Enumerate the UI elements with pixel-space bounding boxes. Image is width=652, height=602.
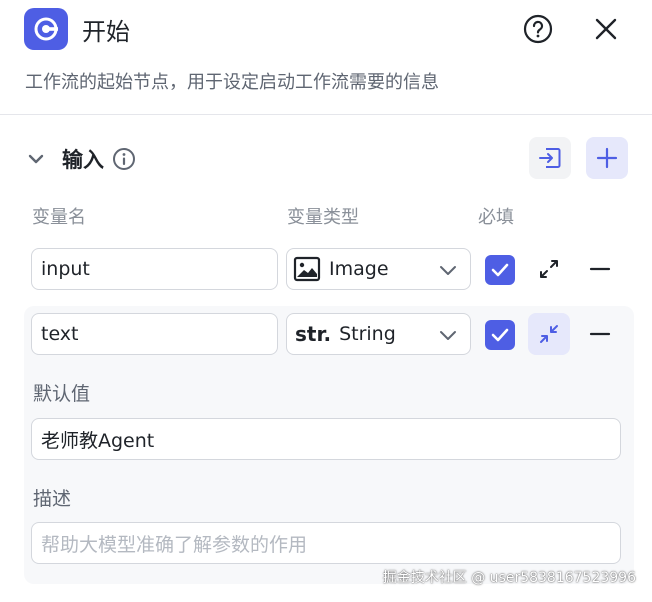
collapse-button[interactable]	[528, 313, 570, 355]
column-variable-type: 变量类型	[287, 207, 359, 228]
description-input[interactable]: 帮助大模型准确了解参数的作用	[31, 522, 621, 564]
header-divider	[0, 114, 652, 115]
help-icon[interactable]	[523, 14, 553, 44]
minus-icon	[589, 267, 611, 271]
required-checkbox[interactable]	[485, 320, 515, 350]
check-icon	[491, 263, 509, 277]
panel-header: 开始	[24, 7, 634, 51]
expand-icon	[540, 260, 558, 278]
chevron-down-icon	[440, 331, 456, 340]
import-icon	[539, 148, 561, 168]
close-icon[interactable]	[591, 14, 621, 44]
description-label: 描述	[33, 488, 72, 510]
input-section-header: 输入	[26, 138, 136, 180]
column-variable-name: 变量名	[32, 207, 86, 228]
variable-name-input[interactable]: text	[31, 313, 278, 355]
required-checkbox[interactable]	[485, 255, 515, 285]
string-type-icon: str.	[295, 322, 332, 346]
variable-name-input[interactable]: input	[31, 248, 278, 290]
panel-title: 开始	[82, 17, 130, 46]
variable-type-select[interactable]: str. String	[286, 313, 471, 355]
expand-button[interactable]	[528, 248, 570, 290]
image-type-icon	[293, 256, 321, 282]
minus-icon	[589, 332, 611, 336]
variable-type-value: Image	[329, 258, 389, 280]
chevron-down-icon	[440, 266, 456, 275]
column-required: 必填	[478, 207, 514, 228]
check-icon	[491, 328, 509, 342]
start-node-panel: 开始 工作流的起始节点，用于设定启动工作流需要的信息 输入 变量名 变量类型 必…	[0, 0, 652, 602]
variable-type-select[interactable]: Image	[286, 248, 471, 290]
collapse-icon	[540, 325, 558, 343]
info-icon[interactable]	[112, 147, 136, 171]
add-variable-button[interactable]	[586, 137, 628, 179]
input-section-title: 输入	[62, 148, 104, 172]
panel-description: 工作流的起始节点，用于设定启动工作流需要的信息	[25, 72, 439, 93]
watermark: 掘金技术社区 @ user5838167523996	[382, 570, 636, 586]
variable-type-value: String	[339, 323, 396, 345]
default-value-label: 默认值	[33, 383, 91, 405]
default-value-input[interactable]: 老师教Agent	[31, 418, 621, 460]
remove-variable-button[interactable]	[579, 313, 621, 355]
start-node-icon	[24, 8, 68, 50]
plus-icon	[596, 147, 618, 169]
import-variables-button[interactable]	[529, 137, 571, 179]
remove-variable-button[interactable]	[579, 248, 621, 290]
collapse-chevron-icon[interactable]	[26, 149, 46, 169]
